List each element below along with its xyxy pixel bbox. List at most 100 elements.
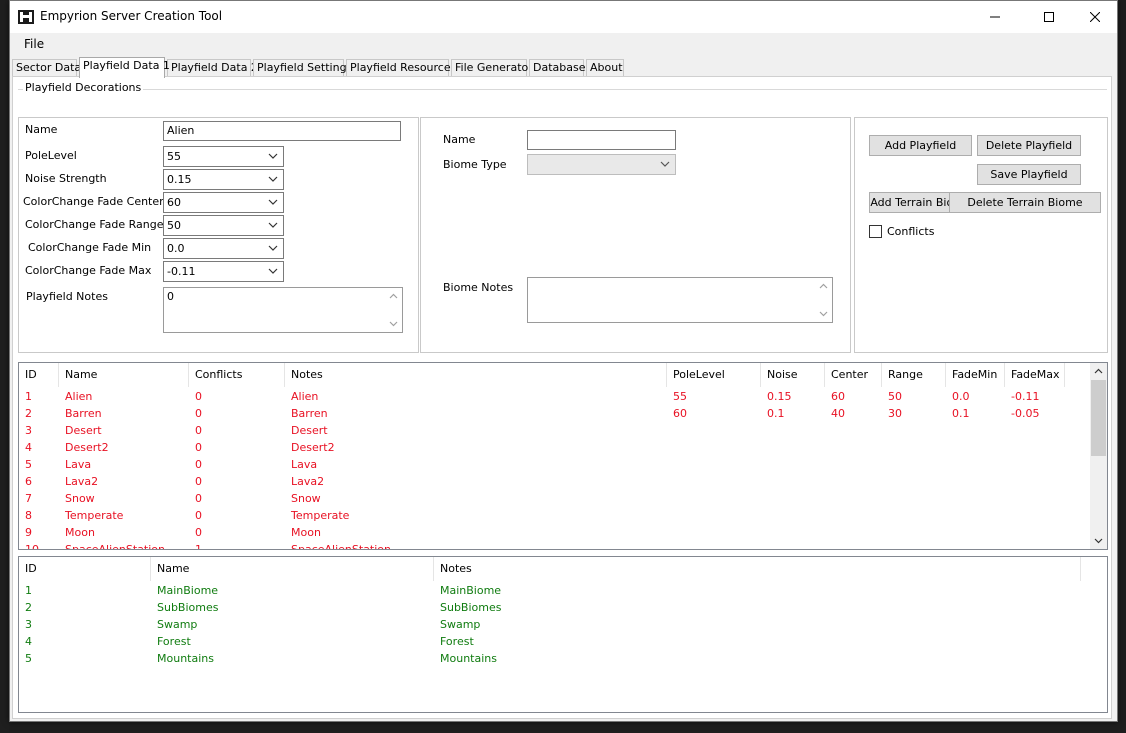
fade-min-combo[interactable]: 0.0	[163, 238, 284, 259]
table-row[interactable]: 5 Mountains Mountains	[19, 650, 1107, 667]
playfield-column-header[interactable]: Conflicts	[189, 363, 285, 387]
scroll-up-icon	[819, 283, 828, 289]
tab-file-generator[interactable]: File Generator	[451, 59, 533, 77]
add-playfield-button[interactable]: Add Playfield	[869, 135, 972, 156]
maximize-icon	[1044, 12, 1054, 22]
table-row[interactable]: 4 Forest Forest	[19, 633, 1107, 650]
table-cell: 0.0	[952, 390, 970, 403]
minimize-button[interactable]	[972, 1, 1018, 33]
chevron-down-icon	[268, 222, 278, 228]
table-cell: Temperate	[65, 509, 124, 522]
maximize-button[interactable]	[1026, 1, 1072, 33]
playfield-list[interactable]: ID Name Conflicts Notes PoleLevel Noise Center…	[18, 362, 1108, 550]
playfield-column-header[interactable]: Notes	[285, 363, 667, 387]
tab-sector-data[interactable]: Sector Data	[12, 59, 81, 77]
tab-playfield-data-1[interactable]: Playfield Data 1	[79, 57, 170, 78]
conflicts-checkbox[interactable]	[869, 225, 882, 238]
table-cell: SubBiomes	[440, 601, 502, 614]
table-row[interactable]: 3 Swamp Swamp	[19, 616, 1107, 633]
notes-scrollbar[interactable]	[385, 288, 402, 332]
fade-max-label: ColorChange Fade Max	[25, 264, 152, 277]
table-row[interactable]: 3 Desert 0 Desert	[19, 422, 1107, 439]
playfield-notes-textarea[interactable]: 0	[163, 287, 403, 333]
playfield-column-header[interactable]: Noise	[761, 363, 825, 387]
fade-range-combo[interactable]: 50	[163, 215, 284, 236]
playfield-column-header[interactable]: PoleLevel	[667, 363, 761, 387]
biome-column-header[interactable]: Notes	[434, 557, 1081, 581]
table-cell: SubBiomes	[157, 601, 219, 614]
title-bar[interactable]: Empyrion Server Creation Tool	[10, 1, 1117, 33]
tab-playfield-resources[interactable]: Playfield Resources	[346, 59, 456, 77]
fade-max-combo[interactable]: -0.11	[163, 261, 284, 282]
table-cell: 0	[195, 475, 202, 488]
table-row[interactable]: 10 SpaceAlienStation 1 SpaceAlienStation	[19, 541, 1107, 549]
table-row[interactable]: 1 Alien 0 Alien 55 0.15 60 50 0.0 -0.11	[19, 388, 1107, 405]
table-cell: Temperate	[291, 509, 350, 522]
tab-playfield-settings[interactable]: Playfield Settings	[253, 59, 352, 77]
playfield-column-header[interactable]: ID	[19, 363, 59, 387]
playfield-column-header[interactable]: FadeMin	[946, 363, 1005, 387]
table-row[interactable]: 9 Moon 0 Moon	[19, 524, 1107, 541]
biome-type-combo[interactable]	[527, 154, 676, 175]
biome-notes-scrollbar[interactable]	[815, 278, 832, 322]
biome-column-header[interactable]: ID	[19, 557, 151, 581]
table-row[interactable]: 7 Snow 0 Snow	[19, 490, 1107, 507]
menu-bar: File	[10, 33, 1117, 55]
table-cell: Mountains	[157, 652, 214, 665]
biome-column-header[interactable]: Name	[151, 557, 434, 581]
fade-range-value: 50	[167, 219, 181, 232]
table-row[interactable]: 1 MainBiome MainBiome	[19, 582, 1107, 599]
scroll-up-icon[interactable]	[1093, 366, 1104, 377]
table-cell: 0.15	[767, 390, 792, 403]
table-row[interactable]: 4 Desert2 0 Desert2	[19, 439, 1107, 456]
scroll-thumb[interactable]	[1091, 380, 1106, 456]
scroll-down-icon[interactable]	[1093, 535, 1104, 546]
table-row[interactable]: 5 Lava 0 Lava	[19, 456, 1107, 473]
table-cell: Lava	[65, 458, 92, 471]
fade-min-label: ColorChange Fade Min	[28, 241, 152, 254]
fade-max-value: -0.11	[167, 265, 196, 278]
pole-level-combo[interactable]: 55	[163, 146, 284, 167]
table-cell: Snow	[291, 492, 321, 505]
delete-playfield-button[interactable]: Delete Playfield	[977, 135, 1081, 156]
table-cell: Lava2	[291, 475, 325, 488]
table-cell: 0	[195, 458, 202, 471]
desktop-background	[0, 0, 9, 733]
table-cell: 40	[831, 407, 845, 420]
playfield-column-header[interactable]: Center	[825, 363, 882, 387]
tab-about[interactable]: About	[586, 59, 624, 77]
group-title: Playfield Decorations	[23, 81, 144, 94]
noise-strength-combo[interactable]: 0.15	[163, 169, 284, 190]
delete-terrain-biome-button[interactable]: Delete Terrain Biome	[949, 192, 1101, 213]
playfield-column-header[interactable]: Range	[882, 363, 946, 387]
tab-database[interactable]: Database	[529, 59, 586, 77]
table-cell: Desert2	[291, 441, 335, 454]
table-row[interactable]: 6 Lava2 0 Lava2	[19, 473, 1107, 490]
menu-file[interactable]: File	[24, 37, 44, 51]
playfield-column-header[interactable]: Name	[59, 363, 189, 387]
tab-playfield-data-2[interactable]: Playfield Data 2	[167, 59, 258, 77]
minimize-icon	[990, 16, 1000, 18]
close-button[interactable]	[1072, 1, 1118, 33]
fade-center-label: ColorChange Fade Center	[23, 195, 164, 208]
biome-notes-textarea[interactable]	[527, 277, 833, 323]
save-playfield-button[interactable]: Save Playfield	[977, 164, 1081, 185]
table-cell: 0	[195, 441, 202, 454]
playfield-column-header[interactable]: FadeMax	[1005, 363, 1065, 387]
table-cell: MainBiome	[440, 584, 502, 597]
table-cell: 5	[25, 652, 32, 665]
playfield-list-scrollbar[interactable]	[1090, 363, 1107, 549]
table-row[interactable]: 8 Temperate 0 Temperate	[19, 507, 1107, 524]
biome-list[interactable]: ID Name Notes 1 MainBiome MainBiome 2 SubBiome…	[18, 556, 1108, 713]
table-cell: Lava2	[65, 475, 99, 488]
table-cell: Moon	[65, 526, 95, 539]
table-cell: 30	[888, 407, 902, 420]
table-cell: 4	[25, 441, 32, 454]
table-cell: Desert	[291, 424, 328, 437]
biome-name-input[interactable]	[527, 130, 676, 150]
playfield-name-input[interactable]: Alien	[163, 121, 401, 141]
fade-center-combo[interactable]: 60	[163, 192, 284, 213]
table-cell: 0	[195, 509, 202, 522]
table-row[interactable]: 2 SubBiomes SubBiomes	[19, 599, 1107, 616]
table-row[interactable]: 2 Barren 0 Barren 60 0.1 40 30 0.1 -0.05	[19, 405, 1107, 422]
